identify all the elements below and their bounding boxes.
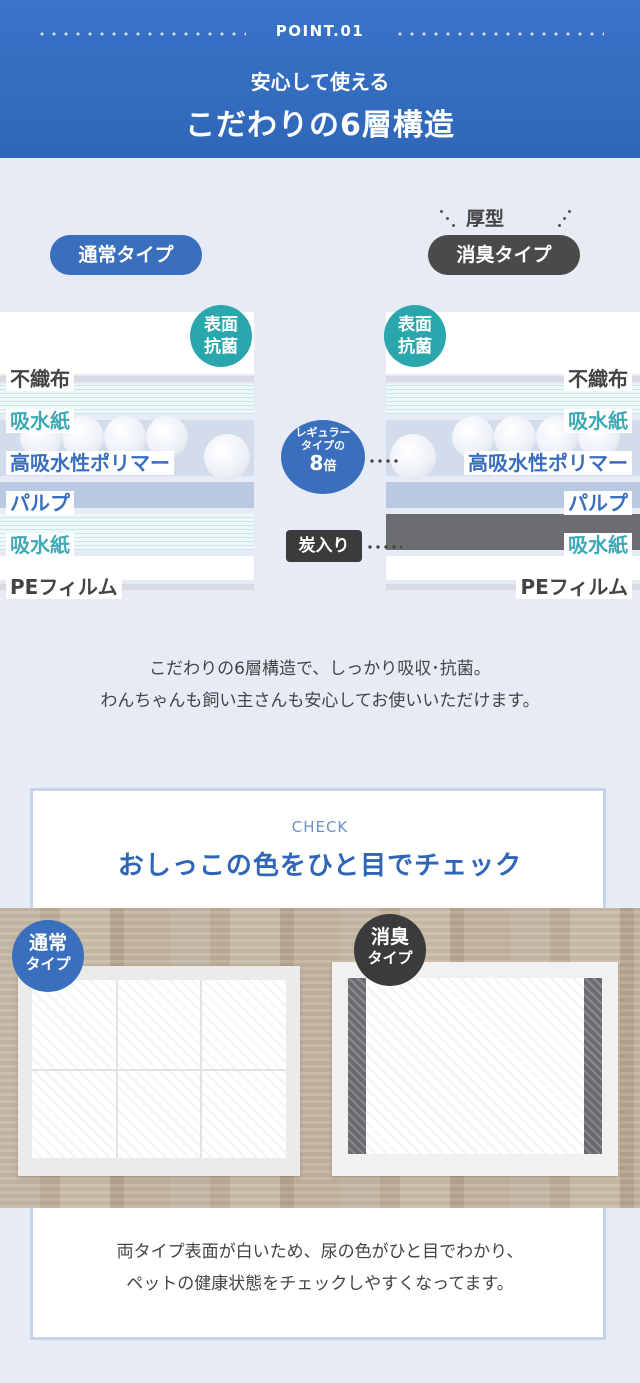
regular-8x-badge: レギュラー タイプの 8倍: [281, 420, 365, 494]
label-pulp-right: パルプ: [564, 491, 632, 515]
photo-badge-line: タイプ: [25, 955, 71, 973]
point-row: POINT.01: [0, 22, 640, 44]
pad-quilted-surface: [32, 980, 286, 1158]
check-description: 両タイプ表面が白いため、尿の色がひと目でわかり、 ペットの健康状態をチェックしや…: [0, 1236, 640, 1300]
polymer-bead: [390, 434, 436, 480]
normal-type-pill: 通常タイプ: [50, 235, 202, 275]
label-nonwoven-right: 不織布: [564, 367, 632, 391]
label-polymer-right: 高吸水性ポリマー: [464, 451, 632, 475]
sparkle-icon: [440, 210, 443, 213]
multiplier-value: 8: [309, 451, 324, 475]
normal-pad-image: [18, 966, 300, 1176]
carbon-label: 炭入り: [286, 530, 362, 562]
regular-badge-multiplier: 8倍: [281, 452, 365, 478]
description-line: わんちゃんも飼い主さんも安心してお使いいただけます。: [100, 691, 540, 711]
badge-line: 抗菌: [398, 337, 432, 357]
multiplier-unit: 倍: [323, 459, 337, 474]
description-line: こだわりの6層構造で、しっかり吸収･抗菌。: [149, 659, 491, 679]
antibacterial-badge-left: 表面 抗菌: [190, 305, 252, 367]
check-label: CHECK: [291, 818, 349, 836]
check-description-line: 両タイプ表面が白いため、尿の色がひと目でわかり、: [116, 1242, 524, 1262]
carbon-strip-left: [348, 978, 366, 1154]
structure-description: こだわりの6層構造で、しっかり吸収･抗菌。 わんちゃんも飼い主さんも安心してお使…: [0, 653, 640, 717]
antibacterial-badge-right: 表面 抗菌: [384, 305, 446, 367]
photo-badge-line: 通常: [28, 932, 67, 954]
deodorant-type-pill: 消臭タイプ: [428, 235, 580, 275]
pads-comparison-photo: [0, 908, 640, 1208]
label-pulp-left: パルプ: [6, 491, 74, 515]
carbon-strip-right: [584, 978, 602, 1154]
label-pefilm-right: PEフィルム: [516, 575, 632, 599]
fold-line: [32, 1069, 286, 1071]
pad-quilted-surface: [366, 978, 584, 1154]
header-subtitle: 安心して使える: [250, 70, 390, 94]
polymer-bead: [204, 434, 250, 480]
deodorant-type-photo-badge: 消臭 タイプ: [354, 914, 426, 986]
normal-type-photo-badge: 通常 タイプ: [12, 920, 84, 992]
label-absorbent2-right: 吸水紙: [564, 533, 632, 557]
regular-badge-line1: レギュラー: [295, 426, 351, 439]
badge-line: 表面: [204, 315, 238, 335]
deodorant-pad-image: [332, 962, 618, 1176]
label-absorbent-left: 吸水紙: [6, 409, 74, 433]
label-absorbent2-left: 吸水紙: [6, 533, 74, 557]
check-title: おしっこの色をひと目でチェック: [117, 851, 523, 881]
thick-label: 厚型: [466, 208, 505, 230]
dotted-connector-polymer: [368, 459, 402, 463]
label-polymer-left: 高吸水性ポリマー: [6, 451, 174, 475]
label-nonwoven-left: 不織布: [6, 367, 74, 391]
sparkle-icon: [563, 217, 566, 220]
point-label: POINT.01: [275, 22, 365, 40]
header-banner: POINT.01 安心して使える こだわりの6層構造: [0, 0, 640, 158]
photo-badge-line: 消臭: [370, 926, 409, 948]
dotted-divider-right: [394, 32, 604, 36]
header-title: こだわりの6層構造: [185, 108, 455, 143]
sparkle-icon: [446, 217, 449, 220]
sparkle-icon: [452, 224, 455, 227]
badge-line: 抗菌: [204, 337, 238, 357]
photo-badge-line: タイプ: [367, 949, 413, 967]
label-absorbent-right: 吸水紙: [564, 409, 632, 433]
label-pefilm-left: PEフィルム: [6, 575, 122, 599]
dotted-connector-carbon: [366, 545, 402, 549]
sparkle-icon: [568, 210, 571, 213]
badge-line: 表面: [398, 315, 432, 335]
sparkle-icon: [558, 224, 561, 227]
check-description-line: ペットの健康状態をチェックしやすくなってます。: [126, 1274, 514, 1294]
